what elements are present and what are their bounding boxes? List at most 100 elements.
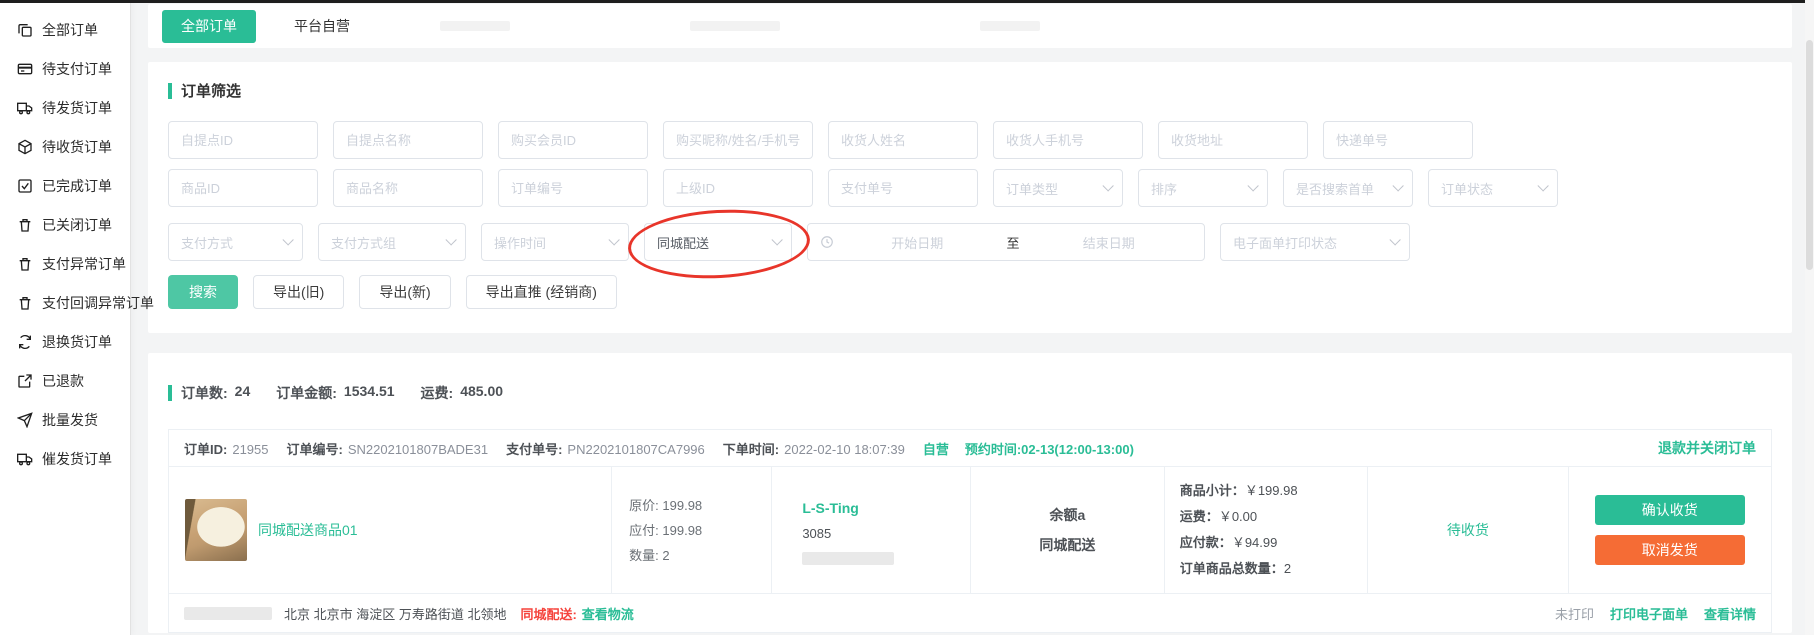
export-new-button[interactable]: 导出(新) — [359, 275, 450, 309]
redacted-tab — [980, 21, 1040, 31]
order-sn-input[interactable] — [499, 170, 647, 206]
amount-payable: 应付款：￥94.99 — [1180, 530, 1367, 556]
order-id: 订单ID:21955 — [184, 439, 269, 458]
pickup-name-input[interactable] — [334, 122, 482, 158]
operation-time-select[interactable]: 操作时间 — [481, 223, 629, 261]
redacted-tab — [690, 21, 780, 31]
sidebar-item-batch-shipment[interactable]: 批量发货 — [0, 400, 130, 439]
status-cell: 待收货 — [1367, 467, 1567, 593]
chevron-down-icon — [1102, 180, 1113, 191]
sidebar-item-return-exchange[interactable]: 退换货订单 — [0, 322, 130, 361]
sidebar-item-pending-payment[interactable]: 待支付订单 — [0, 49, 130, 88]
export-old-button[interactable]: 导出(旧) — [253, 275, 344, 309]
eorder-print-status-select[interactable]: 电子面单打印状态 — [1220, 223, 1410, 261]
sidebar-item-completed[interactable]: 已完成订单 — [0, 166, 130, 205]
city-delivery-tag: 同城配送: — [520, 604, 576, 623]
summary-freight: 运费:485.00 — [421, 383, 504, 403]
end-date-placeholder[interactable]: 结束日期 — [1026, 233, 1193, 252]
section-accent-bar — [168, 385, 172, 401]
address-input[interactable] — [1159, 122, 1307, 158]
order-type-select[interactable]: 订单类型 — [993, 169, 1123, 207]
chevron-down-icon — [1392, 180, 1403, 191]
section-accent-bar — [168, 83, 172, 99]
check-square-icon — [17, 178, 33, 194]
subtotal: 商品小计：￥199.98 — [1180, 478, 1367, 504]
payment-no-input[interactable] — [829, 170, 977, 206]
main-content: 全部订单 平台自营 订单筛选 订单类型 排序 是否 — [132, 0, 1814, 635]
redacted-text — [802, 552, 894, 565]
cancel-shipment-button[interactable]: 取消发货 — [1595, 535, 1745, 565]
search-button[interactable]: 搜索 — [168, 275, 238, 309]
clock-icon — [820, 235, 834, 249]
export-direct-button[interactable]: 导出直推 (经销商) — [466, 275, 617, 309]
pickup-id-input[interactable] — [169, 122, 317, 158]
total-quantity: 订单商品总数量：2 — [1180, 556, 1367, 582]
truck-icon — [17, 451, 33, 467]
first-order-select[interactable]: 是否搜索首单 — [1283, 169, 1413, 207]
tabs-bar: 全部订单 平台自营 — [148, 4, 1792, 48]
buyer-nickname-input[interactable] — [664, 122, 812, 158]
sidebar-item-refunded[interactable]: 已退款 — [0, 361, 130, 400]
city-delivery-select[interactable]: 同城配送 — [644, 223, 792, 261]
order-pay-no: 支付单号:PN2202101807CA7996 — [506, 439, 705, 458]
tab-platform-self[interactable]: 平台自营 — [294, 16, 350, 36]
sidebar-item-label: 退换货订单 — [42, 332, 112, 352]
view-logistics-link[interactable]: 查看物流 — [582, 604, 634, 623]
scrollbar-thumb[interactable] — [1806, 40, 1813, 270]
sidebar-item-label: 待发货订单 — [42, 98, 112, 118]
window-top-edge — [0, 0, 1814, 3]
price-cell: 原价: 199.98 应付: 199.98 数量: 2 — [611, 467, 771, 593]
filter-row-1 — [168, 121, 1772, 159]
sidebar-item-pending-shipment[interactable]: 待发货订单 — [0, 88, 130, 127]
consignee-name-field — [828, 121, 978, 159]
sidebar-item-closed[interactable]: 已关闭订单 — [0, 205, 130, 244]
chevron-down-icon — [282, 234, 293, 245]
buyer-cell: L-S-Ting 3085 — [771, 467, 970, 593]
sidebar-item-callback-exception[interactable]: 支付回调异常订单 — [0, 283, 130, 322]
product-image[interactable] — [185, 499, 247, 561]
tab-all-orders[interactable]: 全部订单 — [162, 10, 256, 43]
reservation-time: 预约时间:02-13(12:00-13:00) — [965, 439, 1134, 458]
buyer-member-id-input[interactable] — [499, 122, 647, 158]
buyer-name[interactable]: L-S-Ting — [802, 496, 970, 521]
sidebar-item-all-orders[interactable]: 全部订单 — [0, 10, 130, 49]
refund-and-close-link[interactable]: 退款并关闭订单 — [1658, 438, 1756, 458]
sidebar-item-payment-exception[interactable]: 支付异常订单 — [0, 244, 130, 283]
product-id-input[interactable] — [169, 170, 317, 206]
pay-method-group-select[interactable]: 支付方式组 — [318, 223, 466, 261]
pay-delivery-cell: 余额a 同城配送 — [970, 467, 1164, 593]
sort-select[interactable]: 排序 — [1138, 169, 1268, 207]
product-name-input[interactable] — [334, 170, 482, 206]
consignee-name-input[interactable] — [829, 122, 977, 158]
original-price: 原价: 199.98 — [629, 493, 771, 518]
consignee-phone-field — [993, 121, 1143, 159]
parent-id-input[interactable] — [664, 170, 812, 206]
start-date-placeholder[interactable]: 开始日期 — [834, 233, 1001, 252]
sidebar-item-label: 已关闭订单 — [42, 215, 112, 235]
summary-order-count: 订单数:24 — [181, 383, 250, 403]
date-range-separator: 至 — [1001, 233, 1026, 252]
order-status-select[interactable]: 订单状态 — [1428, 169, 1558, 207]
pay-method-select[interactable]: 支付方式 — [168, 223, 303, 261]
parent-id-field — [663, 169, 813, 207]
view-detail-link[interactable]: 查看详情 — [1704, 604, 1756, 623]
sidebar-item-label: 支付异常订单 — [42, 254, 126, 274]
freight: 运费：￥0.00 — [1180, 504, 1367, 530]
payable-price: 应付: 199.98 — [629, 518, 771, 543]
print-eorder-link[interactable]: 打印电子面单 — [1610, 604, 1688, 623]
tracking-no-input[interactable] — [1324, 122, 1472, 158]
date-range-picker[interactable]: 开始日期 至 结束日期 — [807, 223, 1205, 261]
consignee-phone-input[interactable] — [994, 122, 1142, 158]
trash-icon — [17, 256, 33, 272]
sidebar-item-label: 支付回调异常订单 — [42, 293, 154, 313]
page-scrollbar[interactable] — [1805, 0, 1814, 635]
order-footer: 北京 北京市 海淀区 万寿路街道 北领地 同城配送: 查看物流 未打印 打印电子… — [169, 593, 1771, 632]
sidebar-item-label: 已退款 — [42, 371, 84, 391]
sidebar-item-pending-receipt[interactable]: 待收货订单 — [0, 127, 130, 166]
filter-section-title: 订单筛选 — [168, 80, 1772, 101]
product-name-link[interactable]: 同城配送商品01 — [258, 520, 358, 540]
sidebar-item-label: 全部订单 — [42, 20, 98, 40]
confirm-receipt-button[interactable]: 确认收货 — [1595, 495, 1745, 525]
sidebar-item-urge-shipment[interactable]: 催发货订单 — [0, 439, 130, 478]
order-time: 下单时间:2022-02-10 18:07:39 — [723, 439, 905, 458]
